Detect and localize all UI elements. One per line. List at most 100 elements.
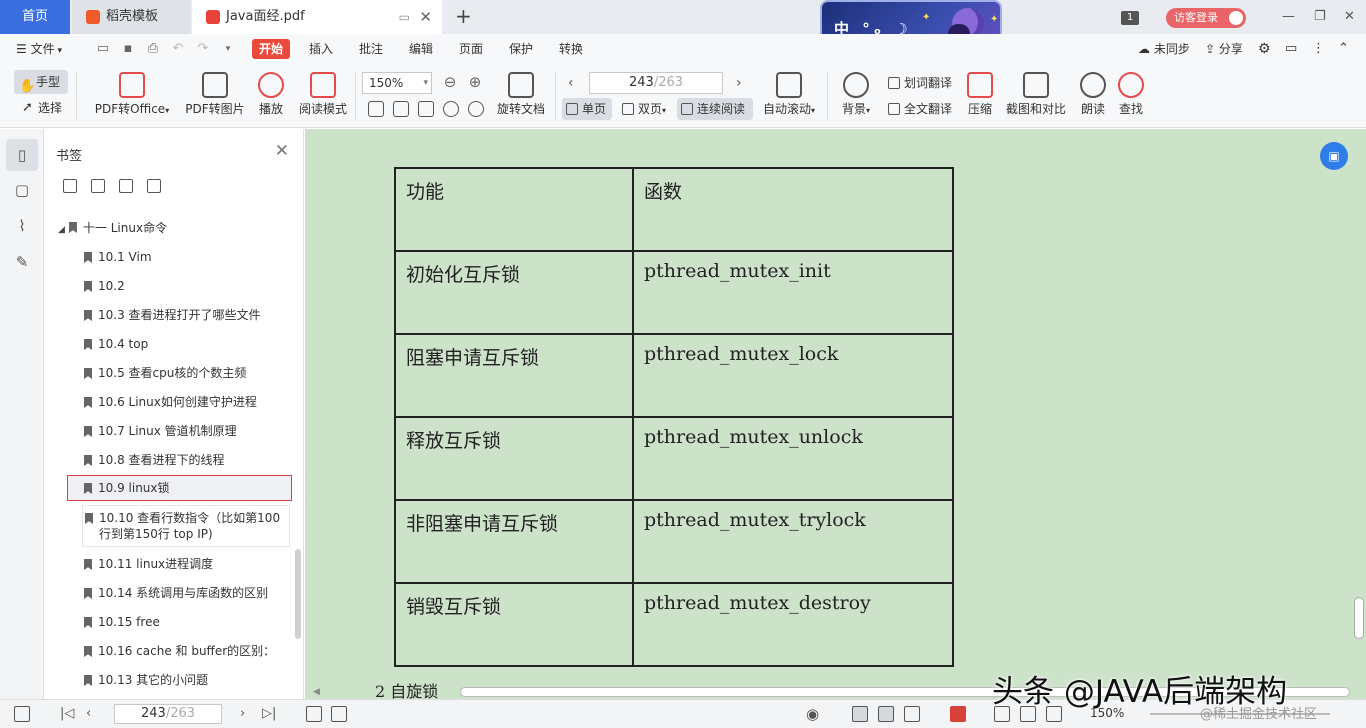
close-icon[interactable]: ✕ [275, 141, 289, 161]
previous-page-icon[interactable]: ‹ [86, 706, 91, 722]
tab-pdf-file[interactable]: Java面经.pdf ▭ ✕ [192, 0, 442, 34]
single-page-button[interactable]: 单页 [562, 98, 612, 120]
last-page-icon[interactable]: ▷| [262, 706, 276, 722]
bookmark-item-selected[interactable]: 10.9 linux锁 [67, 475, 292, 501]
fit-width-icon[interactable] [418, 101, 434, 117]
tab-close-icon[interactable]: ✕ [419, 0, 432, 34]
new-tab-button[interactable]: + [455, 0, 472, 34]
share-button[interactable]: ⇪ 分享 [1205, 34, 1243, 64]
read-aloud-button[interactable]: 朗读 [1078, 72, 1108, 117]
bookmark-panel-icon[interactable]: ▯ [6, 139, 38, 171]
hand-tool-button[interactable]: ✋ 手型 [14, 70, 68, 94]
continuous-read-button[interactable]: 连续阅读 [677, 98, 753, 120]
expand-bookmark-icon[interactable] [119, 179, 133, 193]
collapse-ribbon-icon[interactable]: ⌃ [1338, 34, 1349, 64]
bookmark-item[interactable]: 10.11 linux进程调度 [84, 556, 294, 572]
tab-home[interactable]: 首页 [0, 0, 70, 34]
restore-button[interactable]: ❐ [1314, 0, 1326, 34]
bookmark-item[interactable]: 10.8 查看进程下的线程 [84, 452, 294, 468]
find-button[interactable]: 查找 [1116, 72, 1146, 117]
bookmark-item[interactable]: 10.14 系统调用与库函数的区别 [84, 585, 294, 601]
sidebar-toggle-icon[interactable] [14, 706, 30, 722]
bookmark-item[interactable]: 10.13 其它的小问题 [84, 672, 294, 688]
double-page-button[interactable]: 双页▾ [618, 98, 674, 120]
play-button[interactable]: 播放 [254, 72, 288, 117]
bookmark-item[interactable]: 10.1 Vim [84, 249, 294, 265]
next-page-icon[interactable]: › [240, 706, 245, 722]
settings-icon[interactable]: ⚙ [1258, 34, 1271, 64]
single-view-icon[interactable] [878, 706, 894, 722]
menu-tab-edit[interactable]: 编辑 [409, 34, 433, 64]
bookmark-item[interactable]: 10.15 free [84, 614, 294, 630]
read-mode-button[interactable]: 阅读模式 [298, 72, 348, 117]
bookmark-root[interactable]: ◢ 十一 Linux命令 [58, 219, 167, 236]
redo-icon[interactable]: ↷ [195, 41, 211, 57]
next-page-icon[interactable]: › [736, 72, 742, 94]
document-view[interactable]: 功能 函数 初始化互斥锁 pthread_mutex_init 阻塞申请互斥锁 … [305, 129, 1366, 699]
floating-tool-icon[interactable]: ▣ [1320, 142, 1348, 170]
print-icon[interactable]: ⎙ [145, 41, 161, 57]
zoom-out-icon[interactable]: ⊖ [442, 74, 458, 90]
pdf-to-image-button[interactable]: PDF转图片 [184, 72, 246, 117]
feedback-icon[interactable]: ▭ [1285, 34, 1297, 64]
full-translate-button[interactable]: 全文翻译 [884, 98, 956, 120]
rotate-right-icon[interactable] [468, 101, 484, 117]
bookmark-item[interactable]: 10.5 查看cpu核的个数主频 [84, 365, 294, 381]
undo-icon[interactable]: ↶ [170, 41, 186, 57]
menu-tab-comment[interactable]: 批注 [359, 34, 383, 64]
open-folder-icon[interactable]: ▭ [95, 41, 111, 57]
auto-scroll-button[interactable]: 自动滚动▾ [760, 72, 818, 117]
previous-page-icon[interactable]: ‹ [568, 72, 574, 94]
menu-tab-convert[interactable]: 转换 [559, 34, 583, 64]
actual-size-icon[interactable] [368, 101, 384, 117]
eye-protection-icon[interactable]: ◉ [806, 706, 819, 722]
double-view-icon[interactable] [904, 706, 920, 722]
play-icon[interactable] [950, 706, 966, 722]
more-icon[interactable]: ⋮ [1312, 34, 1325, 64]
first-page-icon[interactable]: |◁ [60, 706, 74, 722]
zoom-in-icon[interactable]: ⊕ [467, 74, 483, 90]
menu-tab-page[interactable]: 页面 [459, 34, 483, 64]
tab-window-icon[interactable]: ▭ [399, 0, 410, 34]
bookmark-item[interactable]: 10.6 Linux如何创建守护进程 [84, 394, 294, 410]
sync-status[interactable]: ☁ 未同步 [1138, 34, 1190, 64]
bookmark-item[interactable]: 10.3 查看进程打开了哪些文件 [84, 307, 294, 323]
add-sub-bookmark-icon[interactable] [91, 179, 105, 193]
tab-template[interactable]: 稻壳模板 [72, 0, 190, 34]
status-page-input[interactable]: 243/263 [114, 704, 222, 724]
pdf-to-office-button[interactable]: PDF转Office▾ [92, 72, 172, 117]
export-page-icon[interactable] [331, 706, 347, 722]
bookmark-item[interactable]: 10.2 [84, 278, 294, 294]
file-menu[interactable]: ☰ 文件 ▾ [16, 34, 62, 64]
menu-tab-start[interactable]: 开始 [252, 39, 290, 59]
vertical-scrollbar[interactable] [1354, 597, 1364, 639]
rotate-document-button[interactable]: 旋转文档 [496, 72, 546, 117]
compress-button[interactable]: 压缩 [965, 72, 995, 117]
minimize-button[interactable]: — [1282, 0, 1295, 34]
bookmark-item[interactable]: 10.10 查看行数指令（比如第100行到第150行 top IP) [82, 505, 290, 547]
customize-toolbar-icon[interactable]: ▾ [220, 41, 236, 57]
continuous-view-icon[interactable] [852, 706, 868, 722]
word-translate-button[interactable]: 划词翻译 [884, 72, 956, 94]
fit-page-icon[interactable] [393, 101, 409, 117]
zoom-select[interactable]: 150% ▾ [362, 72, 432, 94]
scroll-left-icon[interactable]: ◀ [313, 687, 320, 697]
page-number-input[interactable]: 243/263 [589, 72, 723, 94]
rotate-left-icon[interactable] [443, 101, 459, 117]
panel-scrollbar[interactable] [295, 549, 301, 639]
add-bookmark-icon[interactable] [63, 179, 77, 193]
bookmark-item[interactable]: 10.16 cache 和 buffer的区别： [84, 643, 294, 659]
window-count-badge[interactable]: 1 [1121, 11, 1139, 25]
attachment-icon[interactable]: ⌇ [12, 217, 32, 239]
close-window-button[interactable]: ✕ [1344, 0, 1355, 34]
select-tool-button[interactable]: ➚ 选择 [20, 100, 62, 116]
visitor-login-button[interactable]: 访客登录 [1166, 8, 1246, 28]
bookmark-item[interactable]: 10.4 top [84, 336, 294, 352]
menu-tab-insert[interactable]: 插入 [309, 34, 333, 64]
insert-page-icon[interactable] [306, 706, 322, 722]
thumbnail-panel-icon[interactable]: ▢ [12, 181, 32, 203]
bookmark-item[interactable]: 10.7 Linux 管道机制原理 [84, 423, 294, 439]
signature-icon[interactable]: ✎ [12, 253, 32, 275]
background-button[interactable]: 背景▾ [838, 72, 874, 117]
screenshot-compare-button[interactable]: 截图和对比 [1004, 72, 1068, 117]
